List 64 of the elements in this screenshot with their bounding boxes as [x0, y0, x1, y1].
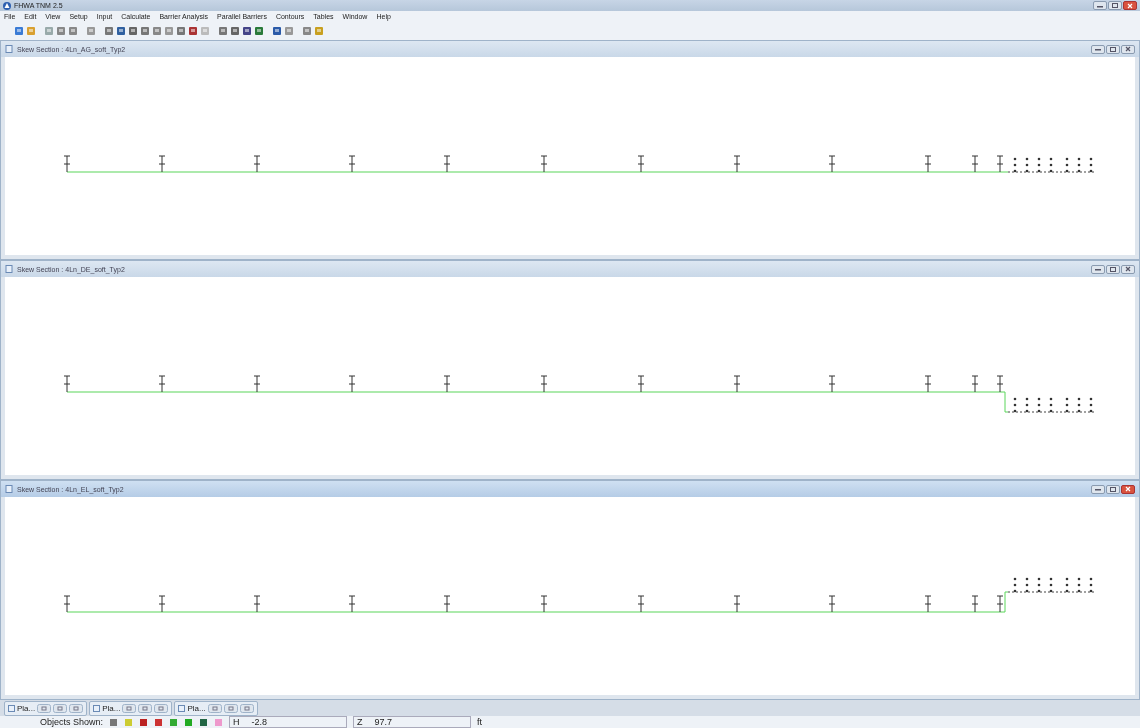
toolbar-icon[interactable] [272, 24, 282, 37]
minimize-button[interactable] [1091, 484, 1105, 494]
document-icon [178, 705, 186, 712]
document-icon [5, 485, 13, 493]
maximize-button[interactable] [1106, 44, 1120, 54]
minimized-window-title: Pla... [187, 704, 206, 713]
restore-button-icon[interactable] [37, 704, 52, 713]
minimized-window[interactable]: Pla... [174, 701, 258, 716]
toolbar-icon[interactable] [176, 24, 186, 37]
close-button[interactable] [1121, 264, 1135, 274]
minimize-icon [1095, 487, 1101, 491]
close-button-icon[interactable] [69, 704, 84, 713]
maximize-button-icon[interactable] [53, 704, 68, 713]
toolbar-icon[interactable] [218, 24, 228, 37]
close-icon [1125, 46, 1131, 52]
unit-label: ft [477, 717, 483, 727]
toolbar-icon[interactable] [188, 24, 198, 37]
maximize-icon [1110, 46, 1116, 52]
toolbar-icon[interactable] [140, 24, 150, 37]
document-icon [5, 265, 13, 273]
minimize-icon [1097, 3, 1103, 8]
minimize-icon [1095, 267, 1101, 271]
minimize-button[interactable] [1091, 264, 1105, 274]
toolbar-icon[interactable] [104, 24, 114, 37]
h-value: -2.8 [251, 717, 268, 727]
toolbar-icon[interactable] [14, 24, 24, 37]
minimized-window-title: Pla... [102, 704, 121, 713]
maximize-button[interactable] [1106, 484, 1120, 494]
app-icon [3, 1, 11, 10]
restore-button-icon[interactable] [122, 704, 137, 713]
minimized-window-title: Pla... [17, 704, 36, 713]
toolbar-icon[interactable] [254, 24, 264, 37]
close-button-icon[interactable] [154, 704, 169, 713]
maximize-button-icon[interactable] [223, 704, 238, 713]
close-button-icon[interactable] [239, 704, 254, 713]
maximize-button-icon[interactable] [138, 704, 153, 713]
maximize-button[interactable] [1106, 264, 1120, 274]
close-button[interactable] [1121, 484, 1135, 494]
toolbar-icon[interactable] [116, 24, 126, 37]
maximize-button[interactable] [1108, 1, 1122, 10]
maximize-icon [1110, 266, 1116, 272]
minimize-button[interactable] [1093, 1, 1107, 10]
restore-button-icon[interactable] [207, 704, 222, 713]
document-icon [8, 705, 15, 712]
toolbar-icon[interactable] [128, 24, 138, 37]
z-label: Z [357, 717, 363, 727]
toolbar-icon[interactable] [242, 24, 252, 37]
minimize-button[interactable] [1091, 44, 1105, 54]
close-icon [1125, 266, 1131, 272]
close-icon [1125, 486, 1131, 492]
minimized-window[interactable]: Pla... [4, 701, 88, 716]
minimized-window[interactable]: Pla... [89, 701, 173, 716]
document-icon [5, 45, 13, 53]
close-button[interactable] [1121, 44, 1135, 54]
maximize-icon [1112, 3, 1118, 8]
maximize-icon [1110, 486, 1116, 492]
z-value: 97.7 [374, 717, 393, 727]
close-icon [1127, 2, 1133, 9]
objects-shown-label: Objects Shown: [40, 717, 104, 727]
close-button[interactable] [1123, 1, 1137, 10]
toolbar-icon[interactable] [230, 24, 240, 37]
h-label: H [233, 717, 240, 727]
document-icon [93, 705, 101, 712]
minimize-icon [1095, 47, 1101, 51]
